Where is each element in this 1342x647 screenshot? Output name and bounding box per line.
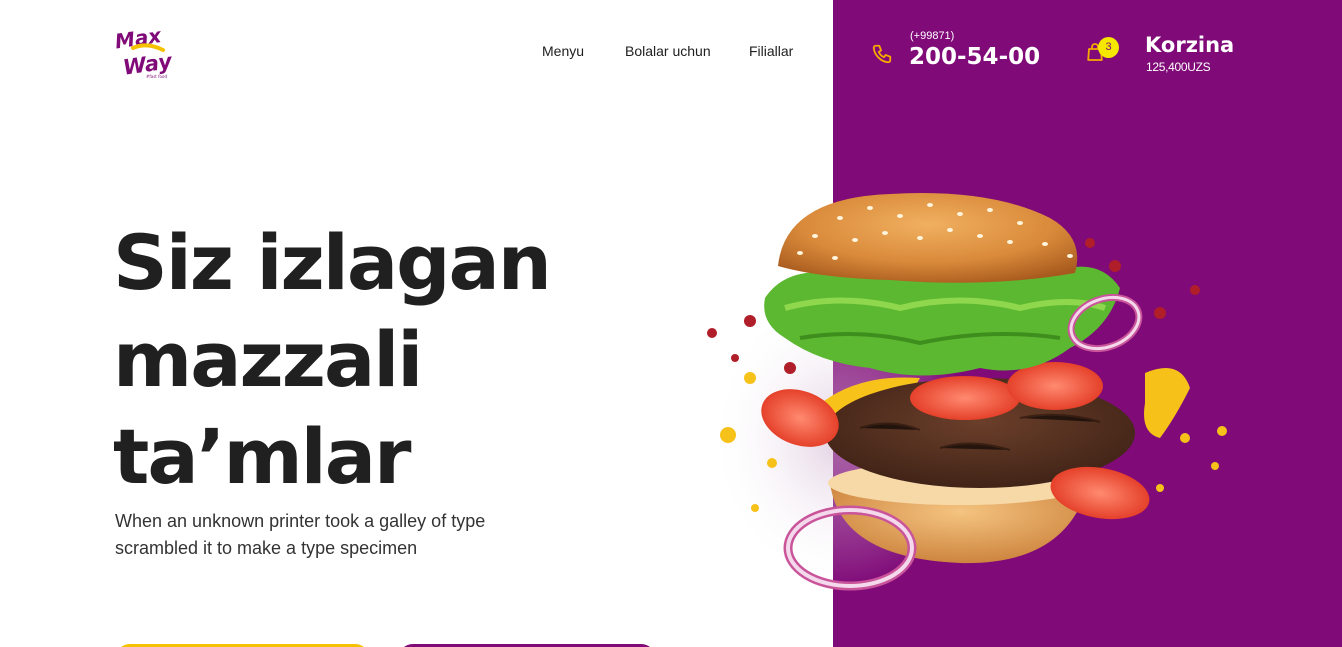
brand-tagline: #fast food bbox=[146, 74, 167, 79]
hero-title: Siz izlagan mazzali ta’mlar bbox=[113, 214, 613, 505]
nav-item-kids[interactable]: Bolalar uchun bbox=[625, 43, 711, 59]
hero-title-line-1: Siz izlagan bbox=[113, 218, 552, 307]
brand-logo[interactable]: Max Way bbox=[113, 20, 173, 82]
cart-title[interactable]: Korzina bbox=[1145, 33, 1234, 57]
nav-item-menu[interactable]: Menyu bbox=[542, 43, 584, 59]
burger-image bbox=[690, 178, 1250, 598]
cart-total: 125,400UZS bbox=[1146, 60, 1211, 74]
nav-item-branches[interactable]: Filiallar bbox=[749, 43, 793, 59]
cart-button[interactable]: 3 bbox=[1083, 36, 1123, 72]
phone-icon bbox=[871, 43, 893, 65]
hero-title-line-3: ta’mlar bbox=[113, 412, 412, 501]
phone-number-link[interactable]: 200-54-00 bbox=[909, 44, 1040, 70]
hero-title-line-2: mazzali bbox=[113, 315, 423, 404]
hero-subtitle: When an unknown printer took a galley of… bbox=[115, 511, 486, 558]
cart-count-badge: 3 bbox=[1098, 37, 1119, 58]
phone-code: (+99871) bbox=[910, 30, 955, 42]
